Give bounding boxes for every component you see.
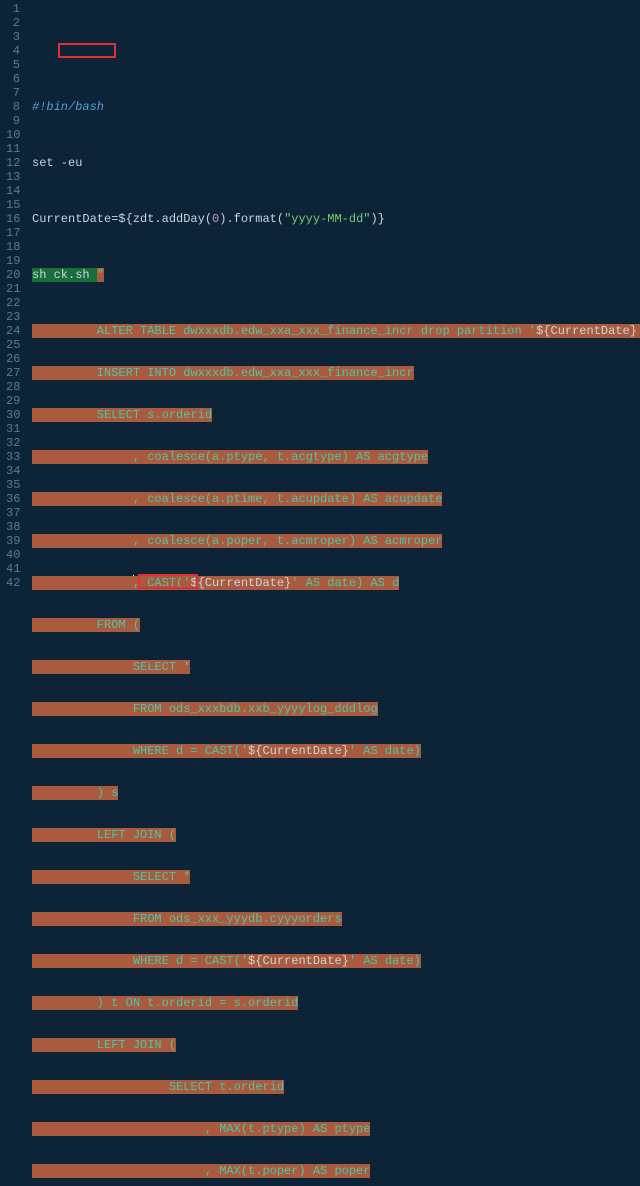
line-number: 2 — [6, 16, 20, 30]
line-number: 27 — [6, 366, 20, 380]
code-line[interactable]: set -eu — [32, 156, 640, 170]
code-line[interactable]: SELECT s.orderid — [32, 408, 640, 422]
line-number: 3 — [6, 30, 20, 44]
line-number: 31 — [6, 422, 20, 436]
line-number: 4 — [6, 44, 20, 58]
line-number: 7 — [6, 86, 20, 100]
code-editor[interactable]: 1234567891011121314151617181920212223242… — [0, 0, 640, 593]
line-number: 10 — [6, 128, 20, 142]
shebang-comment: #!bin/bash — [32, 100, 104, 114]
line-number: 40 — [6, 548, 20, 562]
line-number: 35 — [6, 478, 20, 492]
code-line[interactable]: LEFT JOIN ( — [32, 828, 640, 842]
line-number: 23 — [6, 310, 20, 324]
code-area[interactable]: #!bin/bash set -eu CurrentDate=${zdt.add… — [28, 0, 640, 593]
line-number: 8 — [6, 100, 20, 114]
line-number: 41 — [6, 562, 20, 576]
code-line[interactable]: ALTER TABLE dwxxxdb.edw_xxa_xxx_finance_… — [32, 324, 640, 338]
line-number: 18 — [6, 240, 20, 254]
line-number: 36 — [6, 492, 20, 506]
line-number: 17 — [6, 226, 20, 240]
code-line[interactable]: FROM ods_xxx_yyydb.cyyyorders — [32, 912, 640, 926]
code-line[interactable]: CurrentDate=${zdt.addDay(0).format("yyyy… — [32, 212, 640, 226]
code-line[interactable]: , MAX(t.poper) AS poper — [32, 1164, 640, 1178]
code-line[interactable]: WHERE d = CAST('${CurrentDate}' AS date) — [32, 744, 640, 758]
line-number: 34 — [6, 464, 20, 478]
code-line[interactable]: ) s — [32, 786, 640, 800]
code-line[interactable]: SELECT * — [32, 870, 640, 884]
code-line[interactable]: ) t ON t.orderid = s.orderid — [32, 996, 640, 1010]
code-line[interactable]: FROM ods_xxxbdb.xxb_yyyylog_dddlog — [32, 702, 640, 716]
line-number: 33 — [6, 450, 20, 464]
line-number: 19 — [6, 254, 20, 268]
code-line[interactable]: SELECT * — [32, 660, 640, 674]
line-number: 6 — [6, 72, 20, 86]
line-number: 11 — [6, 142, 20, 156]
code-line[interactable]: SELECT t.orderid — [32, 1080, 640, 1094]
code-line[interactable]: , coalesce(a.ptype, t.acgtype) AS acgtyp… — [32, 450, 640, 464]
line-number: 25 — [6, 338, 20, 352]
line-number: 24 — [6, 324, 20, 338]
line-number: 9 — [6, 114, 20, 128]
line-number: 42 — [6, 576, 20, 590]
line-number: 32 — [6, 436, 20, 450]
line-number: 21 — [6, 282, 20, 296]
line-number: 28 — [6, 380, 20, 394]
line-number: 15 — [6, 198, 20, 212]
code-line[interactable]: , coalesce(a.ptime, t.acupdate) AS acupd… — [32, 492, 640, 506]
line-number: 37 — [6, 506, 20, 520]
code-line[interactable]: #!bin/bash — [32, 100, 640, 114]
line-number: 20 — [6, 268, 20, 282]
line-number: 14 — [6, 184, 20, 198]
line-number: 1 — [6, 2, 20, 16]
line-number: 30 — [6, 408, 20, 422]
code-line[interactable]: FROM ( — [32, 618, 640, 632]
code-line[interactable]: INSERT INTO dwxxxdb.edw_xxa_xxx_finance_… — [32, 366, 640, 380]
code-line[interactable]: LEFT JOIN ( — [32, 1038, 640, 1052]
line-number: 29 — [6, 394, 20, 408]
line-number: 16 — [6, 212, 20, 226]
code-line[interactable]: , CAST('${CurrentDate}' AS date) AS d — [32, 576, 640, 590]
line-number-gutter: 1234567891011121314151617181920212223242… — [0, 0, 28, 593]
red-annotation-box-1 — [58, 43, 116, 58]
line-number: 22 — [6, 296, 20, 310]
line-number: 39 — [6, 534, 20, 548]
line-number: 26 — [6, 352, 20, 366]
code-line[interactable]: , MAX(t.ptype) AS ptype — [32, 1122, 640, 1136]
line-number: 12 — [6, 156, 20, 170]
line-number: 38 — [6, 520, 20, 534]
code-line[interactable]: sh ck.sh " — [32, 268, 640, 282]
code-line[interactable]: , coalesce(a.poper, t.acmroper) AS acmro… — [32, 534, 640, 548]
code-line[interactable]: WHERE d = CAST('${CurrentDate}' AS date) — [32, 954, 640, 968]
line-number: 13 — [6, 170, 20, 184]
line-number: 5 — [6, 58, 20, 72]
